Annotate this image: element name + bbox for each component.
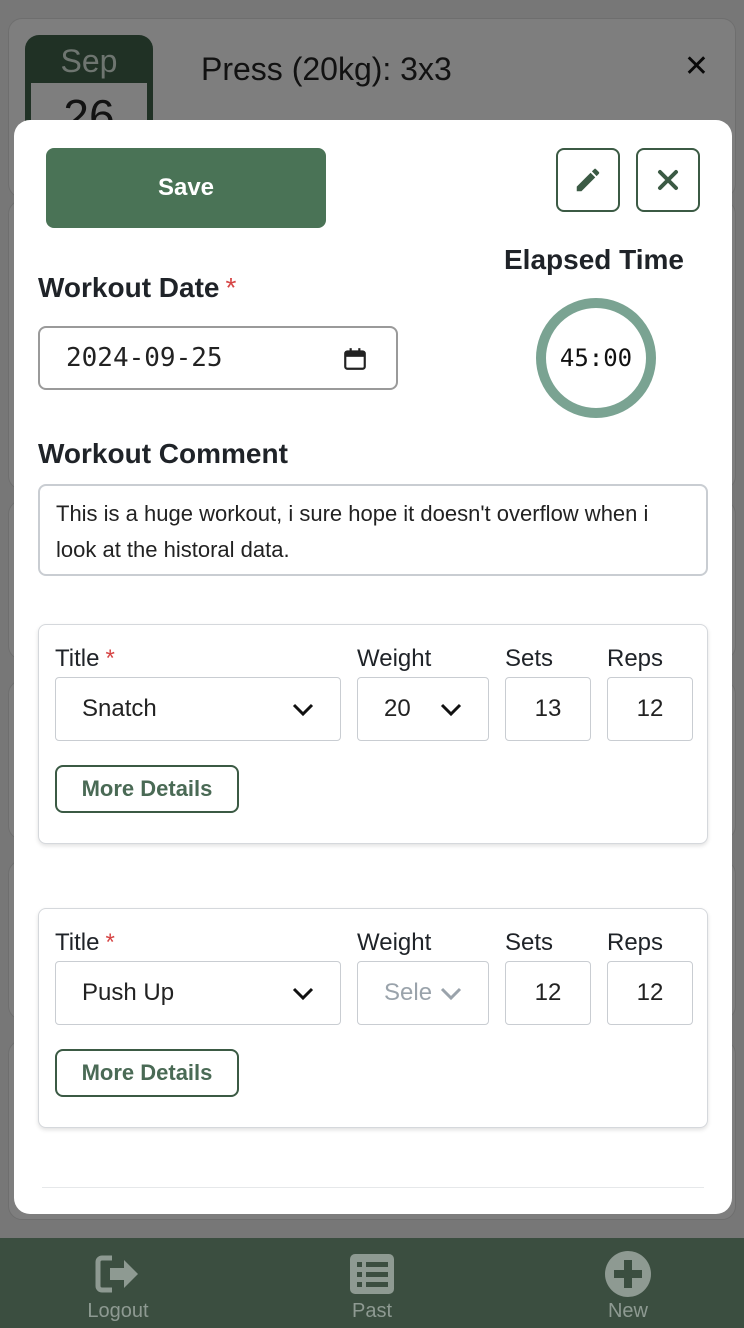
exercise-weight-value: 20	[384, 695, 411, 722]
pencil-icon	[576, 168, 600, 192]
exercise-weight-label: Weight	[357, 645, 432, 672]
nav-past-label: Past	[351, 1300, 393, 1322]
exercise-weight-select[interactable]: 20	[357, 677, 489, 741]
close-icon	[658, 170, 678, 190]
exercise-title-label: Title *	[55, 645, 115, 672]
nav-new-label: New	[607, 1300, 648, 1322]
divider	[42, 1187, 704, 1188]
elapsed-time-value: 45:00	[559, 344, 633, 372]
required-marker: *	[105, 929, 115, 956]
chevron-down-icon	[440, 703, 462, 717]
elapsed-time-label: Elapsed Time	[504, 244, 685, 275]
exercise-weight-placeholder: Sele	[384, 979, 433, 1006]
exercise-sets-input[interactable]: 13	[505, 677, 591, 741]
chevron-down-icon	[292, 987, 314, 1001]
workout-date-input[interactable]: 2024-09-25	[38, 326, 398, 390]
workout-comment-textarea[interactable]: This is a huge workout, i sure hope it d…	[38, 484, 708, 576]
exercise-sets-label: Sets	[505, 645, 554, 672]
edit-workout-modal: Save Workout Date * 2024-09-25 Elapsed Ti…	[14, 120, 732, 1214]
exercise-title-select[interactable]: Push Up	[55, 961, 341, 1025]
workout-date-value: 2024-09-25	[66, 343, 223, 373]
exercise-title-value: Snatch	[82, 695, 157, 722]
exercise-reps-label: Reps	[607, 645, 664, 672]
edit-button[interactable]	[556, 148, 620, 212]
exercise-title-value: Push Up	[82, 979, 175, 1006]
logout-icon	[95, 1255, 138, 1293]
bottom-nav: Logout Past New	[0, 1238, 744, 1328]
exercise-sets-label: Sets	[505, 929, 554, 956]
nav-new[interactable]: New	[558, 1238, 698, 1328]
nav-past[interactable]: Past	[302, 1238, 442, 1328]
list-icon	[350, 1254, 394, 1294]
exercise-weight-label: Weight	[357, 929, 432, 956]
more-details-button[interactable]: More Details	[55, 1049, 239, 1097]
close-button[interactable]	[636, 148, 700, 212]
nav-logout[interactable]: Logout	[48, 1238, 188, 1328]
save-button[interactable]: Save	[46, 148, 326, 228]
exercise-reps-label: Reps	[607, 929, 664, 956]
calendar-icon[interactable]	[342, 346, 368, 372]
chevron-down-icon	[440, 987, 462, 1001]
exercise-reps-input[interactable]: 12	[607, 961, 693, 1025]
exercise-card: Title * Weight Sets Reps Push Up Sele 12 …	[38, 908, 708, 1128]
exercise-card: Title * Weight Sets Reps Snatch 20 13 12 …	[38, 624, 708, 844]
exercise-title-select[interactable]: Snatch	[55, 677, 341, 741]
elapsed-time-ring[interactable]: 45:00	[536, 298, 656, 418]
exercise-reps-input[interactable]: 12	[607, 677, 693, 741]
workout-date-label: Workout Date *	[38, 272, 237, 303]
required-marker: *	[105, 645, 115, 672]
chevron-down-icon	[292, 703, 314, 717]
plus-circle-icon	[605, 1251, 651, 1297]
exercise-sets-input[interactable]: 12	[505, 961, 591, 1025]
workout-comment-label: Workout Comment	[38, 438, 288, 469]
more-details-button[interactable]: More Details	[55, 765, 239, 813]
exercise-weight-select[interactable]: Sele	[357, 961, 489, 1025]
required-marker: *	[225, 272, 237, 303]
exercise-title-label: Title *	[55, 929, 115, 956]
nav-logout-label: Logout	[87, 1300, 149, 1322]
